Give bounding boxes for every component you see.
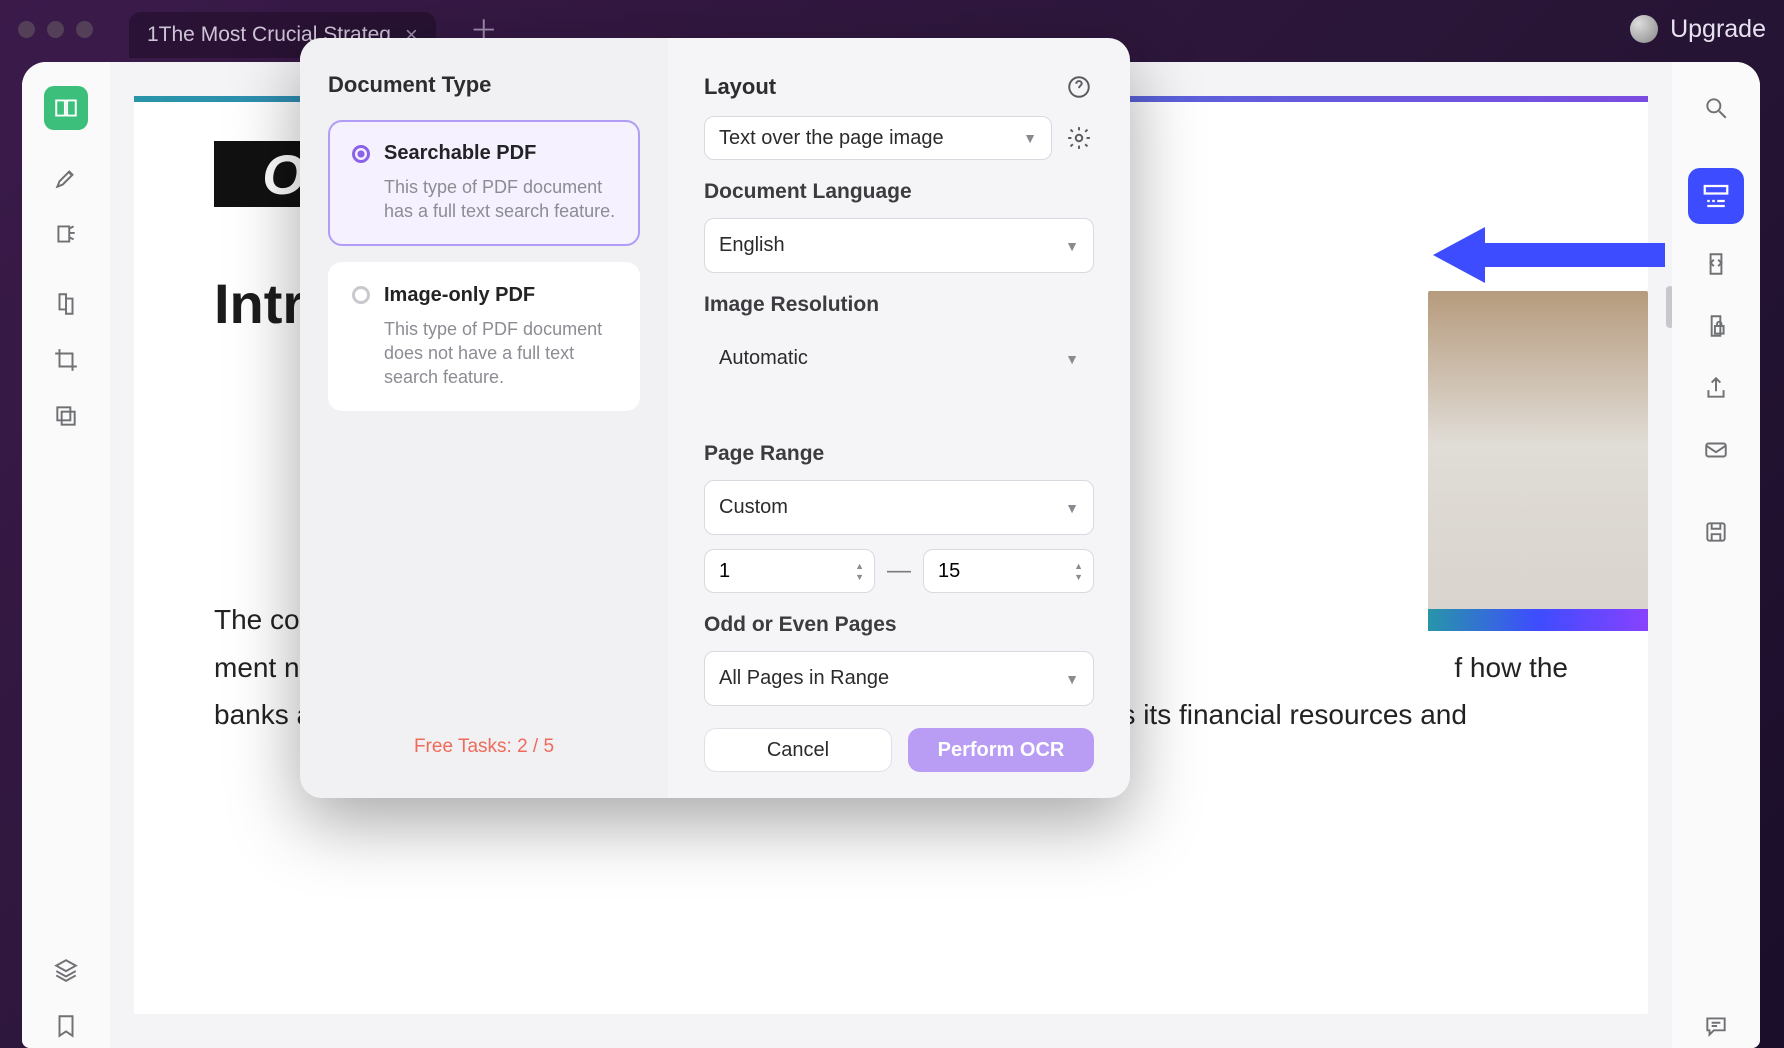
modal-left-panel: Document Type Searchable PDF This type o…	[300, 38, 668, 798]
odd-even-select[interactable]: All Pages in Range ▼	[704, 651, 1094, 706]
highlighter-icon[interactable]	[44, 156, 88, 200]
share-icon[interactable]	[1694, 366, 1738, 410]
layout-settings-icon[interactable]	[1064, 123, 1094, 153]
mail-icon[interactable]	[1694, 428, 1738, 472]
reader-mode-icon[interactable]	[44, 86, 88, 130]
traffic-close[interactable]	[18, 21, 35, 38]
option-desc: This type of PDF document does not have …	[352, 317, 616, 390]
chevron-down-icon: ▼	[1065, 351, 1079, 367]
range-from-input[interactable]: 1 ▲▼	[704, 549, 875, 593]
radio-icon	[352, 286, 370, 304]
upgrade-label: Upgrade	[1670, 15, 1766, 44]
perform-ocr-button[interactable]: Perform OCR	[908, 728, 1094, 772]
range-to-input[interactable]: 15 ▲▼	[923, 549, 1094, 593]
stepper-up-icon[interactable]: ▲	[1074, 561, 1083, 571]
upgrade-button[interactable]: Upgrade	[1630, 15, 1766, 44]
left-toolbar	[22, 62, 110, 1048]
traffic-zoom[interactable]	[76, 21, 93, 38]
option-desc: This type of PDF document has a full tex…	[352, 175, 616, 224]
option-title: Image-only PDF	[384, 284, 535, 307]
search-icon[interactable]	[1694, 86, 1738, 130]
resolution-value: Automatic	[719, 347, 808, 370]
page-embedded-image	[1428, 291, 1648, 631]
odd-even-value: All Pages in Range	[719, 667, 889, 690]
page-range-select[interactable]: Custom ▼	[704, 480, 1094, 535]
stepper-down-icon[interactable]: ▼	[855, 572, 864, 582]
range-to-value: 15	[938, 560, 1074, 583]
layout-heading: Layout	[704, 74, 776, 100]
signature-icon[interactable]	[44, 212, 88, 256]
chevron-down-icon: ▼	[1065, 500, 1079, 516]
page-range-heading: Page Range	[704, 442, 1094, 466]
odd-even-heading: Odd or Even Pages	[704, 613, 1094, 637]
protect-icon[interactable]	[1694, 304, 1738, 348]
compare-docs-icon[interactable]	[44, 282, 88, 326]
language-value: English	[719, 234, 785, 257]
cancel-button[interactable]: Cancel	[704, 728, 892, 772]
stepper-up-icon[interactable]: ▲	[855, 561, 864, 571]
free-tasks-counter: Free Tasks: 2 / 5	[328, 736, 640, 764]
avatar	[1630, 15, 1658, 43]
radio-icon	[352, 145, 370, 163]
layout-select[interactable]: Text over the page image ▼	[704, 116, 1052, 160]
traffic-minimize[interactable]	[47, 21, 64, 38]
ocr-modal: Document Type Searchable PDF This type o…	[300, 38, 1130, 798]
pages-icon[interactable]	[44, 394, 88, 438]
save-icon[interactable]	[1694, 510, 1738, 554]
convert-icon[interactable]	[1694, 242, 1738, 286]
chevron-down-icon: ▼	[1065, 671, 1079, 687]
language-select[interactable]: English ▼	[704, 218, 1094, 273]
layers-icon[interactable]	[44, 948, 88, 992]
document-type-heading: Document Type	[328, 72, 640, 98]
language-heading: Document Language	[704, 180, 1094, 204]
callout-arrow	[1433, 227, 1665, 283]
page-range-value: Custom	[719, 496, 788, 519]
modal-right-panel: Layout Text over the page image ▼ Docume…	[668, 38, 1130, 798]
option-searchable-pdf[interactable]: Searchable PDF This type of PDF document…	[328, 120, 640, 246]
bookmark-icon[interactable]	[44, 1004, 88, 1048]
chevron-down-icon: ▼	[1023, 130, 1037, 146]
resolution-select[interactable]: Automatic ▼	[704, 331, 1094, 386]
help-icon[interactable]	[1064, 72, 1094, 102]
ocr-icon[interactable]	[1688, 168, 1744, 224]
right-toolbar	[1672, 62, 1760, 1048]
layout-value: Text over the page image	[719, 127, 944, 150]
range-from-value: 1	[719, 560, 855, 583]
option-image-only-pdf[interactable]: Image-only PDF This type of PDF document…	[328, 262, 640, 412]
chevron-down-icon: ▼	[1065, 238, 1079, 254]
range-dash: —	[887, 557, 911, 585]
stepper-down-icon[interactable]: ▼	[1074, 572, 1083, 582]
comment-icon[interactable]	[1694, 1004, 1738, 1048]
crop-icon[interactable]	[44, 338, 88, 382]
option-title: Searchable PDF	[384, 142, 536, 165]
resolution-heading: Image Resolution	[704, 293, 1094, 317]
window-controls	[18, 21, 93, 38]
